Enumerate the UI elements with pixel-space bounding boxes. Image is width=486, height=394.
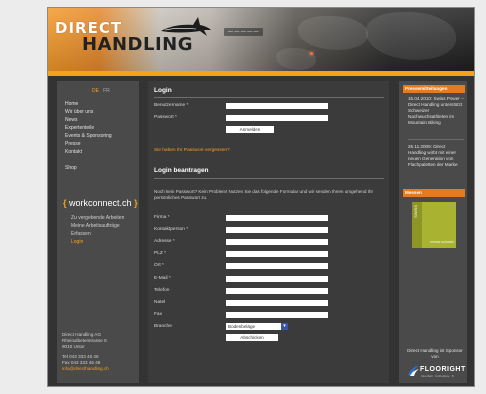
branch-label: Branche	[154, 324, 172, 329]
press-releases-title: Pressemitteilungen	[403, 85, 465, 93]
zip-label: PLZ *	[154, 251, 166, 256]
branch-select-value: Bodenbeläge	[228, 324, 256, 329]
fax-label: Fax	[154, 312, 162, 317]
wc-nav-my-jobs[interactable]: Meine Arbeitsaufträge	[71, 222, 137, 230]
nav-shop[interactable]: Shop	[65, 164, 137, 172]
floorright-logo[interactable]: FLOORIGHT Floorball · Unihockey · 8	[405, 364, 467, 378]
city-label: Ort *	[154, 263, 164, 268]
left-sidebar: DE FR Home Wir über uns News Expertentei…	[57, 81, 139, 383]
fair-banner-caption: messe schweiz	[430, 240, 454, 244]
fair-banner-tag: SWISS	[413, 205, 418, 218]
login-button[interactable]: Anmelden	[226, 126, 274, 133]
header-banner: DIRECT HANDLING — — — — —	[48, 8, 474, 71]
wc-nav-create[interactable]: Erfassen	[71, 230, 137, 238]
header-accent-bar	[48, 71, 474, 76]
page-background: DIRECT HANDLING — — — — — DE FR Home Wir…	[0, 0, 486, 394]
press-item[interactable]: 25.11.2009: Direct Handling wirbt mit ei…	[408, 144, 464, 168]
nav-home[interactable]: Home	[65, 100, 137, 108]
chevron-down-icon: ▾	[281, 323, 288, 330]
workconnect-brace-close: }	[134, 198, 138, 208]
floorright-subline: Floorball · Unihockey · 8	[421, 374, 454, 378]
register-divider	[154, 178, 384, 179]
main-nav: Home Wir über uns News Expertenteile Eve…	[65, 100, 137, 172]
workconnect-brace-open: {	[63, 198, 67, 208]
wc-nav-login[interactable]: Login	[71, 238, 137, 246]
shark-logo-icon	[161, 17, 211, 36]
floorright-swoosh-icon	[408, 366, 419, 376]
nav-about[interactable]: Wir über uns	[65, 108, 137, 116]
username-label: Benutzername *	[154, 103, 189, 108]
email-label: E-Mail *	[154, 276, 171, 281]
fairs-title: Messen	[403, 189, 465, 197]
contact-person-label: Kontaktperson *	[154, 227, 189, 232]
workconnect-logo[interactable]: { workconnect.ch }	[63, 198, 138, 208]
wc-nav-open-jobs[interactable]: Zu vergebende Arbeiten	[71, 214, 137, 222]
register-title: Login beantragen	[154, 167, 209, 174]
nav-expert-parts[interactable]: Expertenteile	[65, 124, 137, 132]
language-switcher: DE FR	[92, 88, 110, 94]
login-title: Login	[154, 87, 172, 94]
nav-spacer	[65, 156, 137, 164]
forgot-password-link[interactable]: Sie haben Ihr Passwort vergessen?	[154, 148, 230, 153]
nav-press[interactable]: Presse	[65, 140, 137, 148]
city-input[interactable]	[226, 263, 328, 269]
company-input[interactable]	[226, 215, 328, 221]
contact-person-input[interactable]	[226, 227, 328, 233]
workconnect-label: workconnect.ch	[69, 198, 132, 208]
login-divider	[154, 97, 384, 98]
nav-contact[interactable]: Kontakt	[65, 148, 137, 156]
nav-news[interactable]: News	[65, 116, 137, 124]
main-content: Login Benutzername * Passwort * Anmelden…	[148, 81, 389, 383]
nav-events[interactable]: Events & Sponsoring	[65, 132, 137, 140]
phone-input[interactable]	[226, 288, 328, 294]
zip-input[interactable]	[226, 251, 328, 257]
header-tagline: — — — — —	[224, 28, 263, 36]
press-item[interactable]: 15.04.2010: Swiss Power – Direct Handlin…	[408, 96, 464, 126]
submit-request-button[interactable]: Abschicken	[226, 334, 278, 341]
location-marker-icon	[310, 52, 313, 55]
sponsor-text: Direct Handling ist Sponsor von	[407, 348, 463, 359]
workconnect-nav: Zu vergebende Arbeiten Meine Arbeitsauft…	[71, 214, 137, 246]
register-intro: Noch kein Passwort? Kein Problem! Nutzen…	[154, 189, 374, 200]
fax-input[interactable]	[226, 312, 328, 318]
address-label: Adresse *	[154, 239, 175, 244]
floorright-wordmark: FLOORIGHT	[420, 366, 466, 373]
right-sidebar: Pressemitteilungen 15.04.2010: Swiss Pow…	[399, 81, 467, 383]
mobile-input[interactable]	[226, 300, 328, 306]
company-label: Firma *	[154, 215, 170, 220]
username-input[interactable]	[226, 103, 328, 109]
email-input[interactable]	[226, 276, 328, 282]
password-label: Passwort *	[154, 115, 177, 120]
address-input[interactable]	[226, 239, 328, 245]
lang-de-link[interactable]: DE	[92, 88, 99, 94]
company-address: Direct Handling AG Rheinalbeterstrasse 8…	[62, 332, 138, 372]
password-input[interactable]	[226, 115, 328, 121]
phone-label: Telefon	[154, 288, 170, 293]
email-link[interactable]: info@directhandling.ch	[62, 366, 109, 371]
mobile-label: Natel	[154, 300, 166, 305]
lang-fr-link[interactable]: FR	[103, 88, 110, 94]
website: DIRECT HANDLING — — — — — DE FR Home Wir…	[47, 7, 475, 387]
fair-banner[interactable]: SWISS messe schweiz	[412, 202, 456, 248]
press-separator	[408, 139, 464, 140]
branch-select[interactable]: Bodenbeläge ▾	[226, 323, 288, 330]
